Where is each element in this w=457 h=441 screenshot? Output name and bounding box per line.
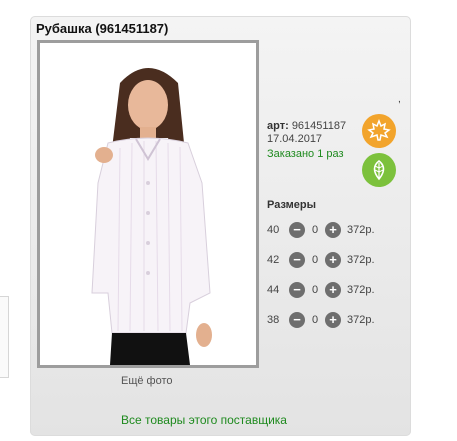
product-card: Рубашка (961451187) Ещё фото , арт: 9614… xyxy=(30,16,411,436)
size-value: 44 xyxy=(267,284,280,296)
side-panel-edge xyxy=(0,296,9,378)
size-value: 38 xyxy=(267,314,280,326)
maple-leaf-icon xyxy=(362,114,396,148)
size-row: 44 − 0 + 372р. xyxy=(267,281,375,299)
increase-quantity-button[interactable]: + xyxy=(325,222,341,238)
decrease-quantity-button[interactable]: − xyxy=(289,222,305,238)
article-label: арт: xyxy=(267,120,289,132)
more-photos-link[interactable]: Ещё фото xyxy=(121,375,173,387)
size-row: 38 − 0 + 372р. xyxy=(267,311,375,329)
size-price: 372р. xyxy=(347,314,375,326)
leaf-icon xyxy=(362,153,396,187)
increase-quantity-button[interactable]: + xyxy=(325,312,341,328)
size-value: 40 xyxy=(267,224,280,236)
quantity-value: 0 xyxy=(311,314,319,326)
size-row: 40 − 0 + 372р. xyxy=(267,221,375,239)
product-info: арт: 961451187 17.04.2017 Заказано 1 раз xyxy=(267,120,346,160)
model-illustration xyxy=(91,68,212,365)
quantity-value: 0 xyxy=(311,254,319,266)
size-price: 372р. xyxy=(347,224,375,236)
size-price: 372р. xyxy=(347,284,375,296)
article-number: 961451187 xyxy=(291,120,347,132)
separator-mark: , xyxy=(398,94,401,105)
quantity-value: 0 xyxy=(311,224,319,236)
product-date: 17.04.2017 xyxy=(267,133,323,145)
size-row: 42 − 0 + 372р. xyxy=(267,251,375,269)
decrease-quantity-button[interactable]: − xyxy=(289,252,305,268)
size-value: 42 xyxy=(267,254,280,266)
article-line: арт: 961451187 xyxy=(267,120,346,132)
sizes-heading: Размеры xyxy=(267,199,317,211)
supplier-products-link[interactable]: Все товары этого поставщика xyxy=(121,413,287,427)
product-photo[interactable] xyxy=(37,40,259,368)
decrease-quantity-button[interactable]: − xyxy=(289,312,305,328)
size-price: 372р. xyxy=(347,254,375,266)
increase-quantity-button[interactable]: + xyxy=(325,252,341,268)
quantity-value: 0 xyxy=(311,284,319,296)
ordered-count: Заказано 1 раз xyxy=(267,148,344,160)
product-title: Рубашка (961451187) xyxy=(36,21,169,36)
decrease-quantity-button[interactable]: − xyxy=(289,282,305,298)
increase-quantity-button[interactable]: + xyxy=(325,282,341,298)
